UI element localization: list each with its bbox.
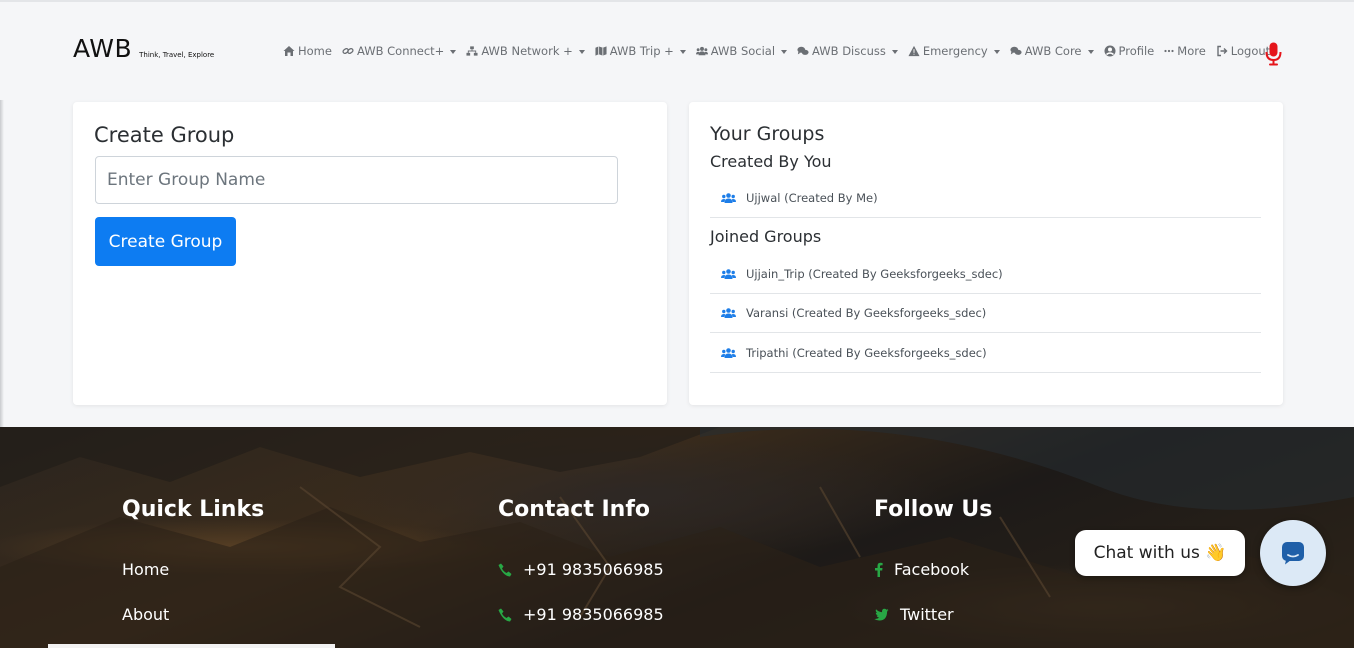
group-row-created[interactable]: Ujjwal (Created By Me) (710, 178, 1261, 218)
nav-item-profile[interactable]: Profile (1104, 44, 1155, 58)
phone-icon (498, 563, 512, 577)
group-name: Ujjain_Trip (Created By Geeksforgeeks_sd… (746, 266, 1003, 281)
group-row-joined[interactable]: Varansi (Created By Geeksforgeeks_sdec) (710, 293, 1261, 333)
nav-item-awb-core[interactable]: AWB Core (1010, 44, 1094, 58)
footer-contact-info: Contact Info (498, 497, 650, 522)
sitemap-icon (466, 45, 478, 57)
twitter-icon (874, 608, 889, 621)
phone-icon (498, 608, 512, 622)
footer-phone[interactable]: +91 9835066985 (498, 605, 664, 624)
chevron-down-icon (679, 49, 686, 54)
footer-phone[interactable]: +91 9835066985 (498, 560, 664, 579)
users-icon (721, 268, 736, 280)
nav-label: AWB Trip + (609, 44, 674, 58)
group-name: Tripathi (Created By Geeksforgeeks_sdec) (746, 345, 987, 360)
footer-link-label: About (122, 605, 170, 624)
created-by-you-heading: Created By You (710, 152, 832, 171)
nav-item-awb-trip[interactable]: AWB Trip + (595, 44, 686, 58)
users-icon (721, 307, 736, 319)
follow-us-title: Follow Us (874, 497, 993, 522)
social-label: Facebook (894, 560, 970, 579)
nav-label: Emergency (922, 44, 988, 58)
nav-item-awb-connect[interactable]: AWB Connect+ (342, 44, 457, 58)
nav-item-awb-discuss[interactable]: AWB Discuss (797, 44, 898, 58)
chat-launcher-button[interactable] (1260, 520, 1326, 586)
contact-info-title: Contact Info (498, 497, 651, 522)
user-circle-icon (1104, 45, 1116, 57)
comments-icon (1010, 45, 1022, 57)
nav-label: AWB Network + (481, 44, 573, 58)
your-groups-card: Your Groups Created By You Ujjwal (Creat… (689, 102, 1283, 405)
phone-number: +91 9835066985 (523, 605, 664, 624)
footer-follow-us: Follow Us (874, 497, 992, 522)
create-group-title: Create Group (94, 123, 235, 147)
footer-bottom-strip (48, 644, 335, 648)
map-icon (595, 45, 607, 57)
create-group-button[interactable]: Create Group (95, 217, 236, 266)
comments-icon (797, 45, 809, 57)
chevron-down-icon (891, 49, 898, 54)
group-name: Varansi (Created By Geeksforgeeks_sdec) (746, 305, 987, 320)
chevron-down-icon (578, 49, 585, 54)
nav-item-home[interactable]: Home (283, 44, 332, 58)
ellipsis-icon (1164, 45, 1174, 57)
your-groups-title: Your Groups (710, 123, 825, 145)
warning-icon (908, 45, 920, 57)
navbar: AWB Think, Travel, Explore Home AWB Conn… (0, 2, 1354, 100)
footer-link-home[interactable]: Home (122, 560, 169, 579)
nav-item-awb-social[interactable]: AWB Social (695, 44, 788, 58)
nav-item-emergency[interactable]: Emergency (908, 44, 1000, 58)
link-icon (342, 45, 354, 57)
left-edge-shadow (0, 100, 4, 427)
brand-tagline: Think, Travel, Explore (139, 51, 215, 59)
social-label: Twitter (900, 605, 954, 624)
users-icon (721, 347, 736, 359)
nav-item-logout[interactable]: Logout (1216, 44, 1270, 58)
nav-label: AWB Discuss (812, 44, 886, 58)
logout-icon (1216, 45, 1228, 57)
footer-quick-links: Quick Links (122, 497, 264, 522)
nav-label: AWB Social (710, 44, 776, 58)
create-group-card: Create Group Create Group (73, 102, 667, 405)
footer-link-about[interactable]: About (122, 605, 169, 624)
nav-label: AWB Connect+ (356, 44, 445, 58)
phone-number: +91 9835066985 (523, 560, 664, 579)
chevron-down-icon (1087, 49, 1094, 54)
quick-links-title: Quick Links (122, 497, 265, 522)
home-icon (283, 45, 295, 57)
microphone-icon[interactable] (1265, 42, 1282, 70)
nav-label: Profile (1118, 44, 1155, 58)
facebook-icon (874, 562, 883, 577)
users-icon (721, 192, 736, 204)
chevron-down-icon (450, 49, 457, 54)
chat-bubble-text: Chat with us 👋 (1093, 543, 1227, 563)
footer-social-facebook[interactable]: Facebook (874, 560, 969, 579)
group-name-input[interactable] (95, 156, 618, 204)
nav-label: More (1177, 44, 1206, 58)
chat-icon (1281, 541, 1305, 565)
group-row-joined[interactable]: Ujjain_Trip (Created By Geeksforgeeks_sd… (710, 254, 1261, 294)
nav-item-more[interactable]: More (1164, 44, 1206, 58)
footer-social-twitter[interactable]: Twitter (874, 605, 954, 624)
users-icon (695, 45, 708, 57)
chevron-down-icon (781, 49, 788, 54)
main-nav: Home AWB Connect+ AWB Network + AWB Trip… (283, 44, 1280, 58)
footer-link-label: Home (122, 560, 170, 579)
nav-item-awb-network[interactable]: AWB Network + (466, 44, 585, 58)
nav-label: AWB Core (1024, 44, 1082, 58)
chat-with-us-bubble[interactable]: Chat with us 👋 (1075, 530, 1245, 576)
group-name: Ujjwal (Created By Me) (746, 190, 878, 205)
nav-label: Home (298, 44, 332, 58)
group-row-joined[interactable]: Tripathi (Created By Geeksforgeeks_sdec) (710, 333, 1261, 373)
chevron-down-icon (993, 49, 1000, 54)
brand-name: AWB (73, 34, 133, 63)
joined-groups-heading: Joined Groups (710, 227, 822, 246)
brand-logo[interactable]: AWB Think, Travel, Explore (73, 34, 214, 63)
